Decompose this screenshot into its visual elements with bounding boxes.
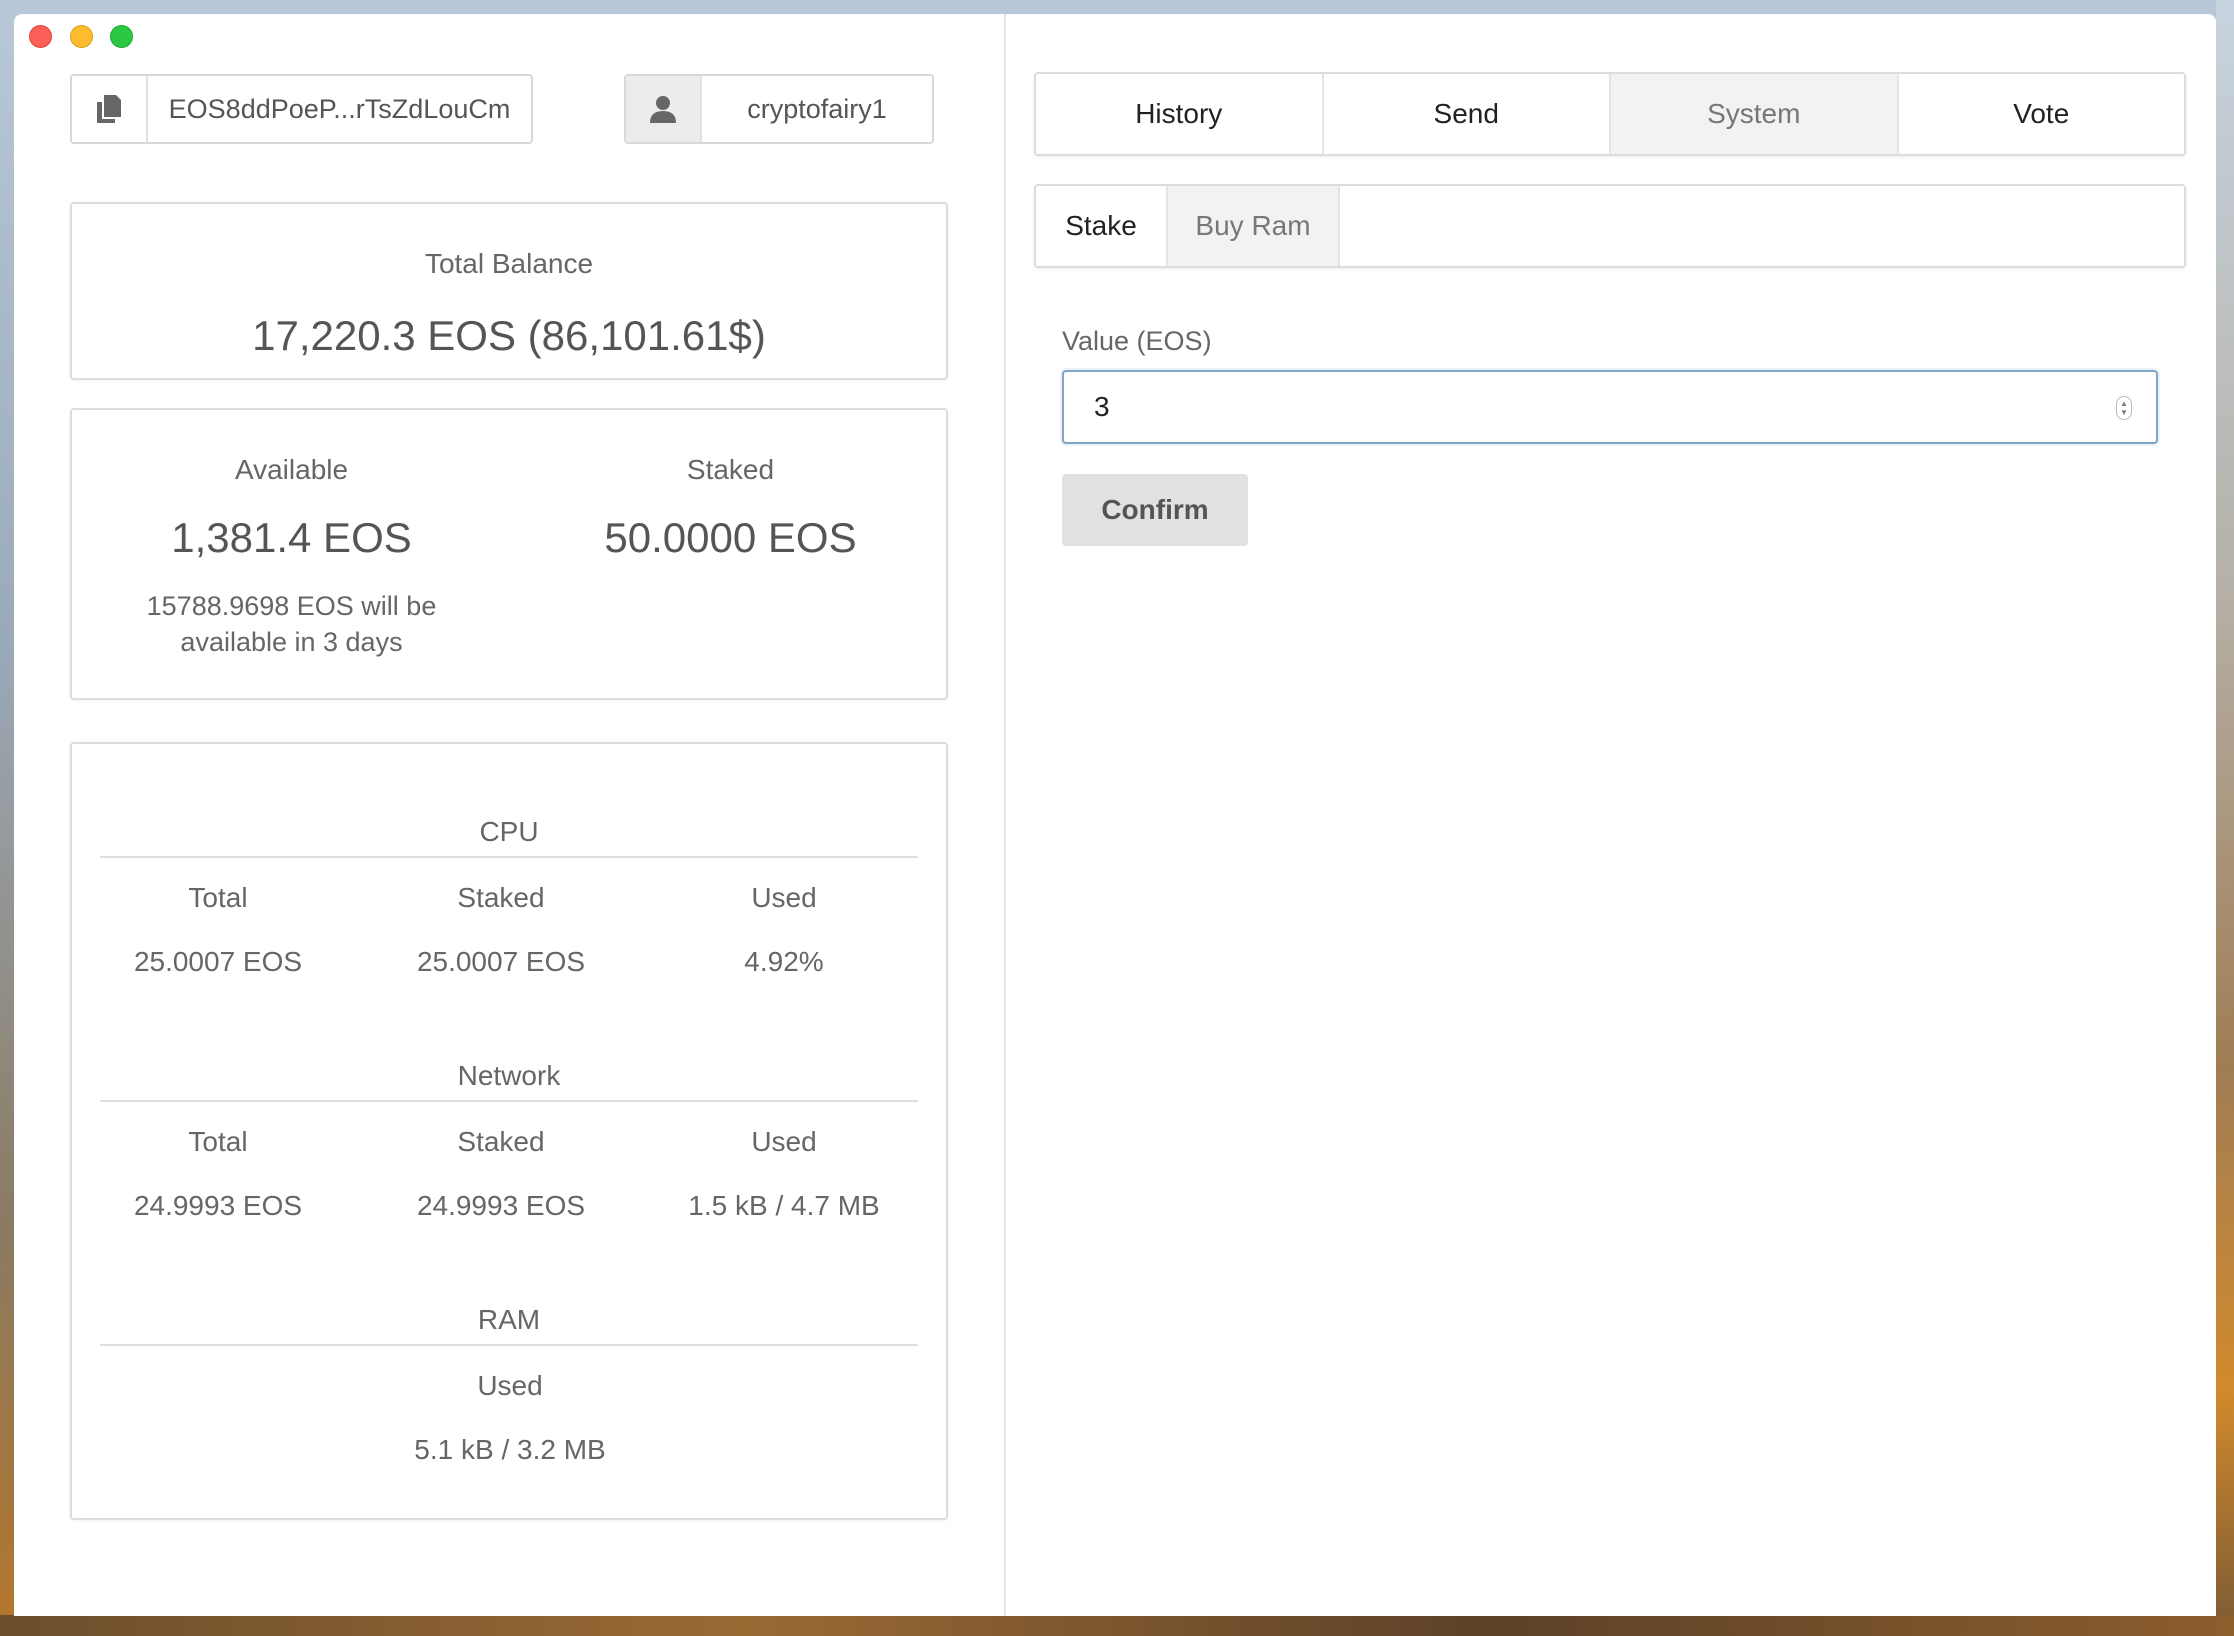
total-balance-card: Total Balance 17,220.3 EOS (86,101.61$) — [70, 202, 948, 380]
value-stepper[interactable]: ▲ ▼ — [2116, 396, 2132, 420]
stepper-up-icon[interactable]: ▲ — [2120, 399, 2128, 408]
window-minimize-button[interactable] — [70, 25, 93, 48]
available-label: Available — [234, 454, 349, 485]
tab-vote[interactable]: Vote — [1899, 74, 2185, 154]
staked-label: Staked — [686, 454, 775, 485]
tab-history[interactable]: History — [1036, 74, 1324, 154]
network-staked-value: 24.9993 EOS — [416, 1190, 586, 1221]
confirm-button[interactable]: Confirm — [1062, 474, 1248, 546]
resources-card: CPU Total Staked Used 25.0007 EOS 25.000… — [70, 742, 948, 1520]
total-balance-label: Total Balance — [424, 248, 594, 279]
network-staked-label: Staked — [457, 1126, 545, 1157]
subtab-stake[interactable]: Stake — [1036, 186, 1168, 266]
subtab-buy-ram[interactable]: Buy Ram — [1168, 186, 1340, 266]
tab-send[interactable]: Send — [1324, 74, 1611, 154]
wallet-address: EOS8ddPoeP...rTsZdLouCm — [168, 93, 511, 124]
network-used-value: 1.5 kB / 4.7 MB — [688, 1190, 880, 1221]
total-balance-value: 17,220.3 EOS (86,101.61$) — [252, 312, 766, 359]
account-chip[interactable]: cryptofairy1 — [624, 74, 934, 144]
cpu-title: CPU — [479, 816, 539, 847]
stepper-down-icon[interactable]: ▼ — [2120, 408, 2128, 417]
address-chip[interactable]: EOS8ddPoeP...rTsZdLouCm — [70, 74, 533, 144]
staked-value: 50.0000 EOS — [604, 514, 857, 561]
app-window: EOS8ddPoeP...rTsZdLouCm cryptofairy1 Tot… — [14, 14, 2216, 1616]
cpu-staked-label: Staked — [457, 882, 545, 913]
cpu-divider — [100, 856, 918, 858]
network-used-label: Used — [751, 1126, 817, 1157]
ram-used-value: 5.1 kB / 3.2 MB — [414, 1434, 606, 1465]
network-total-value: 24.9993 EOS — [133, 1190, 303, 1221]
ram-title: RAM — [477, 1304, 541, 1335]
desktop-background-bottom — [0, 1615, 2234, 1636]
main-tabs: History Send System Vote — [1034, 72, 2186, 156]
copy-icon[interactable] — [72, 76, 148, 142]
network-divider — [100, 1100, 918, 1102]
window-close-button[interactable] — [29, 25, 52, 48]
ram-divider — [100, 1344, 918, 1346]
tab-system[interactable]: System — [1611, 74, 1899, 154]
unstaking-note: 15788.9698 EOS will be available in 3 da… — [146, 591, 437, 657]
network-title: Network — [457, 1060, 561, 1091]
value-field-label: Value (EOS) — [1062, 326, 1212, 356]
cpu-staked-value: 25.0007 EOS — [416, 946, 586, 977]
ram-used-label: Used — [477, 1370, 543, 1401]
system-subtabs: Stake Buy Ram — [1034, 184, 2186, 268]
window-maximize-button[interactable] — [110, 25, 133, 48]
desktop-background-right — [2216, 0, 2234, 1636]
cpu-total-value: 25.0007 EOS — [133, 946, 303, 977]
account-name: cryptofairy1 — [747, 93, 887, 124]
user-icon — [626, 76, 702, 142]
available-staked-card: Available 1,381.4 EOS 15788.9698 EOS wil… — [70, 408, 948, 700]
cpu-used-value: 4.92% — [744, 946, 824, 977]
value-input[interactable] — [1062, 370, 2158, 444]
network-total-label: Total — [188, 1126, 248, 1157]
available-value: 1,381.4 EOS — [171, 514, 412, 561]
cpu-total-label: Total — [188, 882, 248, 913]
panel-divider — [1004, 14, 1006, 1616]
cpu-used-label: Used — [751, 882, 817, 913]
